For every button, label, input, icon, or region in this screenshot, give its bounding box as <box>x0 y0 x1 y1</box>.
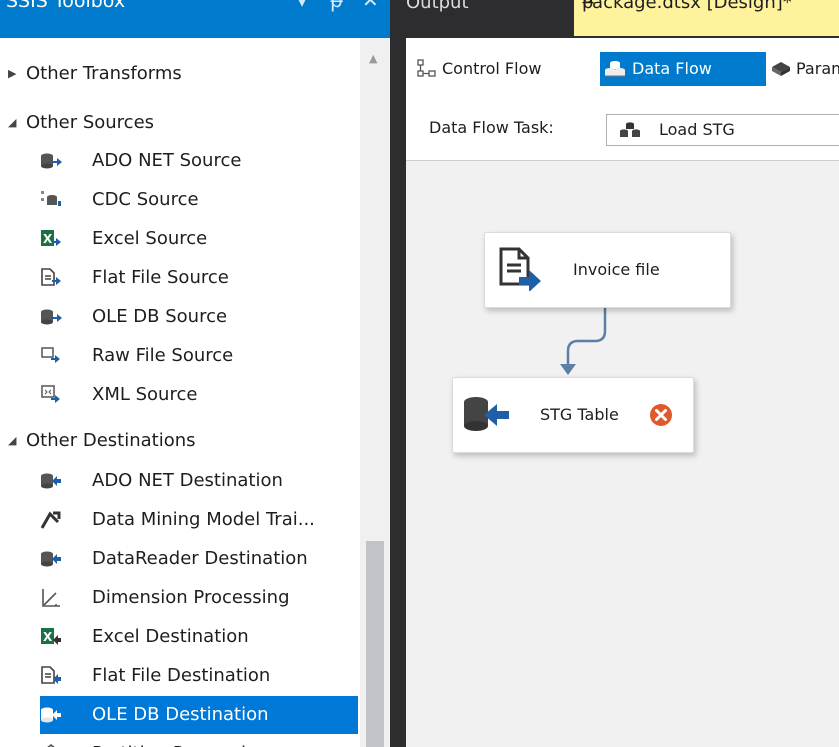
group-label: Other Sources <box>26 112 155 133</box>
item-label: DataReader Destination <box>92 548 308 569</box>
cdc-source-icon <box>41 191 61 206</box>
dropdown-icon[interactable]: ▾ <box>297 0 307 18</box>
collapse-arrow-icon[interactable]: ◢ <box>8 105 16 141</box>
item-label: ADO NET Destination <box>92 470 283 491</box>
toolbox-item-flat-file-source[interactable]: Flat File Source <box>40 259 358 297</box>
item-label: Flat File Destination <box>92 665 271 686</box>
designer-surface: Control Flow Data Flow Parameters Data F… <box>406 38 839 747</box>
excel-source-icon: X <box>41 230 61 246</box>
toolbox-item-cdc-source[interactable]: CDC Source <box>40 181 358 219</box>
item-label: Excel Source <box>92 228 208 249</box>
document-tab-strip: Output Package.dtsx [Design]* ᵽ <box>398 0 839 38</box>
excel-destination-icon: X <box>41 628 61 645</box>
data-flow-task-bar: Data Flow Task: Load STG <box>406 98 839 161</box>
scrollbar-thumb[interactable] <box>366 541 384 747</box>
ssis-toolbox: SSIS Toolbox ▾ ᵽ ✕ ▶ Other Transforms ◢ … <box>0 0 390 747</box>
xml-source-icon <box>41 385 60 403</box>
svg-text:X: X <box>43 232 53 246</box>
item-label: Data Mining Model Trai... <box>92 509 315 530</box>
ole-db-destination-icon <box>464 397 509 431</box>
tab-label: Output <box>406 0 469 13</box>
item-label: OLE DB Source <box>92 306 228 327</box>
error-icon[interactable] <box>649 403 673 427</box>
tab-output[interactable]: Output <box>398 0 568 36</box>
designer-subtabs: Control Flow Data Flow Parameters <box>406 38 839 98</box>
toolbox-item-ole-db-destination[interactable]: OLE DB Destination <box>40 696 358 734</box>
item-label: CDC Source <box>92 189 199 210</box>
pin-icon[interactable]: ᵽ <box>330 0 343 18</box>
toolbox-item-ado-net-destination[interactable]: ADO NET Destination <box>40 462 358 500</box>
collapse-arrow-icon[interactable]: ◢ <box>8 423 16 459</box>
item-label: Dimension Processing <box>92 587 290 608</box>
datareader-destination-icon <box>41 551 61 567</box>
raw-file-source-icon <box>41 347 60 363</box>
toolbox-item-ole-db-source[interactable]: OLE DB Source <box>40 298 358 336</box>
toolbox-item-dimension-processing[interactable]: Dimension Processing <box>40 579 358 617</box>
tab-label: Package.dtsx [Design]* <box>582 0 792 13</box>
tab-pin-icon[interactable]: ᵽ <box>582 0 594 21</box>
data-flow-task-label: Data Flow Task: <box>429 118 554 137</box>
expand-arrow-icon[interactable]: ▶ <box>8 56 16 92</box>
group-label: Other Transforms <box>26 63 182 84</box>
scroll-up-arrow-icon[interactable]: ▲ <box>369 52 377 65</box>
ole-db-source-icon <box>41 309 62 325</box>
item-label: XML Source <box>92 384 198 405</box>
toolbox-item-excel-source[interactable]: X Excel Source <box>40 220 358 258</box>
toolbox-list: ▶ Other Transforms ◢ Other Sources ADO N… <box>0 38 360 747</box>
toolbox-item-xml-source[interactable]: XML Source <box>40 376 358 414</box>
data-flow-icon <box>605 61 625 77</box>
toolbox-title: SSIS Toolbox <box>6 0 126 12</box>
toolbox-item-ado-net-source[interactable]: ADO NET Source <box>40 142 358 180</box>
item-label: Raw File Source <box>92 345 234 366</box>
tab-parameters[interactable]: Parameters <box>770 52 839 86</box>
parameters-icon <box>772 62 790 76</box>
data-flow-canvas[interactable]: Invoice file STG Table <box>406 161 839 747</box>
flat-file-source-icon <box>41 268 61 286</box>
tab-label: Control Flow <box>442 59 542 78</box>
toolbox-item-partition-processing[interactable]: Partition Processing <box>40 735 358 747</box>
toolbox-header: SSIS Toolbox ▾ ᵽ ✕ <box>0 0 390 38</box>
tab-control-flow[interactable]: Control Flow <box>416 52 596 86</box>
item-label: Partition Processing <box>92 735 269 747</box>
group-label: Other Destinations <box>26 430 196 451</box>
data-flow-task-icon <box>620 122 640 137</box>
data-flow-task-value: Load STG <box>659 120 735 139</box>
component-invoice-file[interactable]: Invoice file <box>484 232 731 308</box>
control-flow-icon <box>417 59 436 77</box>
toolbox-item-raw-file-source[interactable]: Raw File Source <box>40 337 358 375</box>
item-label: Flat File Source <box>92 267 229 288</box>
item-label: OLE DB Destination <box>92 704 269 725</box>
svg-text:X: X <box>43 630 53 644</box>
toolbox-item-data-mining-model-training[interactable]: Data Mining Model Trai... <box>40 501 358 539</box>
toolbox-item-flat-file-destination[interactable]: Flat File Destination <box>40 657 358 695</box>
data-flow-task-select[interactable]: Load STG <box>606 114 839 146</box>
ado-net-destination-icon <box>41 473 61 489</box>
component-stg-table[interactable]: STG Table <box>452 377 694 453</box>
package-designer: Output Package.dtsx [Design]* ᵽ Control … <box>398 0 839 747</box>
flat-file-destination-icon <box>41 666 61 684</box>
tab-data-flow[interactable]: Data Flow <box>600 52 766 86</box>
component-label: Invoice file <box>573 260 660 279</box>
ole-db-destination-icon <box>41 707 61 723</box>
close-icon[interactable]: ✕ <box>362 0 379 18</box>
flat-file-source-icon <box>499 247 541 291</box>
ado-net-source-icon <box>41 153 62 169</box>
data-mining-icon <box>40 511 61 529</box>
item-label: ADO NET Source <box>92 150 242 171</box>
component-label: STG Table <box>540 405 619 424</box>
toolbox-item-excel-destination[interactable]: X Excel Destination <box>40 618 358 656</box>
item-label: Excel Destination <box>92 626 249 647</box>
tab-package-design[interactable]: Package.dtsx [Design]* ᵽ <box>574 0 839 36</box>
toolbox-scrollbar[interactable]: ▲ <box>360 38 390 747</box>
tab-label: Data Flow <box>632 59 712 78</box>
tab-label: Parameters <box>796 59 839 78</box>
toolbox-item-datareader-destination[interactable]: DataReader Destination <box>40 540 358 578</box>
dimension-processing-icon <box>42 589 60 607</box>
